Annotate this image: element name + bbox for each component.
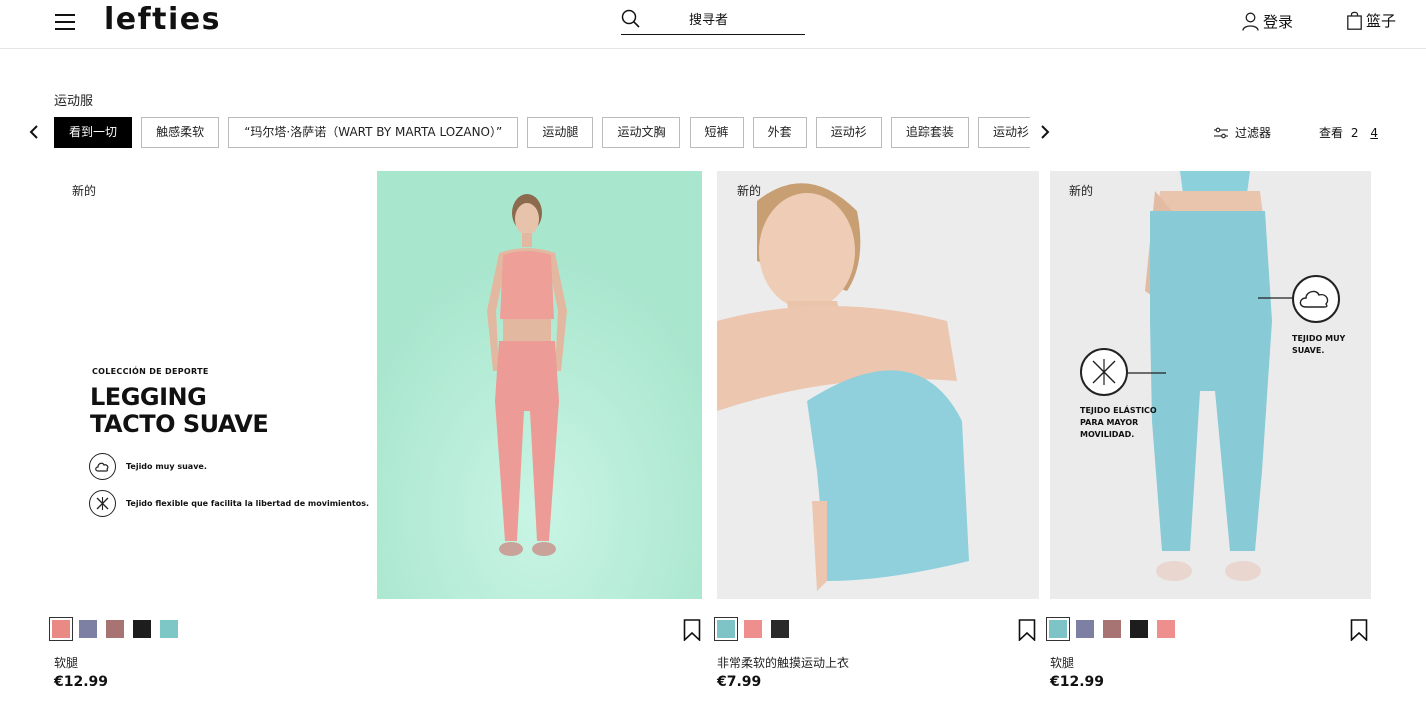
overlay-elastic-fabric-text: TEJIDO ELÁSTICO PARA MAYOR MOVILIDAD. xyxy=(1080,405,1157,441)
promo-title: LEGGING TACTO SUAVE xyxy=(90,383,269,438)
product-price: €12.99 xyxy=(54,674,109,690)
cart-button[interactable]: 篮子 xyxy=(1347,10,1396,31)
search-bar[interactable] xyxy=(621,8,805,35)
product-price: €7.99 xyxy=(717,674,762,690)
swatch-mauve[interactable] xyxy=(1103,620,1121,638)
chip-soft-touch[interactable]: 触感柔软 xyxy=(141,117,220,148)
bookmark-icon[interactable] xyxy=(683,619,701,641)
login-button[interactable]: 登录 xyxy=(1242,11,1293,32)
shopping-bag-icon xyxy=(1347,11,1362,30)
swatch-aqua[interactable] xyxy=(1046,617,1070,641)
promo-title-line2: TACTO SUAVE xyxy=(90,410,269,438)
swatch-black[interactable] xyxy=(1130,620,1148,638)
search-icon[interactable] xyxy=(621,9,641,29)
promo-title-line1: LEGGING xyxy=(90,383,207,411)
login-label: 登录 xyxy=(1263,13,1294,31)
promo-feature-flexible: Tejido flexible que facilita la libertad… xyxy=(89,490,369,517)
overlay-elastic-line2: PARA MAYOR xyxy=(1080,418,1139,427)
swatch-aqua[interactable] xyxy=(714,617,738,641)
product-name[interactable]: 软腿 xyxy=(54,654,78,671)
chip-wart-by-marta-lozano[interactable]: “玛尔塔·洛萨诺（WART BY MARTA LOZANO）” xyxy=(228,117,519,148)
swatch-mauve[interactable] xyxy=(106,620,124,638)
promo-feature-soft-text: Tejido muy suave. xyxy=(126,462,207,471)
product-name[interactable]: 非常柔软的触摸运动上衣 xyxy=(717,654,849,671)
swatch-black[interactable] xyxy=(771,620,789,638)
chip-see-all[interactable]: 看到一切 xyxy=(54,117,133,148)
swatch-aqua[interactable] xyxy=(160,620,178,638)
new-badge: 新的 xyxy=(72,184,97,198)
cart-label: 篮子 xyxy=(1366,12,1397,30)
filter-button[interactable]: 过滤器 xyxy=(1214,124,1271,141)
product-photo-leggings-pink[interactable] xyxy=(377,171,702,599)
overlay-elastic-line1: TEJIDO ELÁSTICO xyxy=(1080,406,1157,415)
color-swatches-1 xyxy=(49,617,178,641)
overlay-elastic-line3: MOVILIDAD. xyxy=(1080,430,1135,439)
filter-label: 过滤器 xyxy=(1235,126,1272,140)
chip-sweatshirts-2[interactable]: 运动衫 xyxy=(977,117,1030,148)
chip-shorts[interactable]: 短裤 xyxy=(689,117,744,148)
view-label: 查看 xyxy=(1319,126,1344,140)
swatch-black[interactable] xyxy=(133,620,151,638)
new-badge: 新的 xyxy=(1069,184,1094,198)
promo-feature-soft: Tejido muy suave. xyxy=(89,453,207,480)
color-swatches-3 xyxy=(1046,617,1175,641)
swatch-coral[interactable] xyxy=(744,620,762,638)
promo-feature-flexible-text: Tejido flexible que facilita la libertad… xyxy=(126,499,370,508)
product-name[interactable]: 软腿 xyxy=(1050,654,1074,671)
site-header: lefties 登录 篮子 xyxy=(0,0,1426,49)
search-input[interactable] xyxy=(649,10,799,30)
chevron-left-icon[interactable] xyxy=(27,123,43,141)
chip-sport-bras[interactable]: 运动文胸 xyxy=(602,117,681,148)
view-option-2[interactable]: 2 xyxy=(1351,126,1359,140)
category-title: 运动服 xyxy=(54,94,94,109)
bookmark-icon[interactable] xyxy=(1018,619,1036,641)
color-swatches-2 xyxy=(714,617,789,641)
product-price: €12.99 xyxy=(1050,674,1105,690)
chip-sport-leggings[interactable]: 运动腿 xyxy=(527,117,594,148)
product-photo-leggings-aqua[interactable]: TEJIDO MUY SUAVE. TEJIDO ELÁSTICO PARA M… xyxy=(1050,171,1371,599)
chip-sweatshirts[interactable]: 运动衫 xyxy=(815,117,882,148)
chip-tracksuits[interactable]: 追踪套装 xyxy=(890,117,969,148)
swatch-lavender[interactable] xyxy=(1076,620,1094,638)
swatch-pink[interactable] xyxy=(49,617,73,641)
overlay-soft-fabric-text: TEJIDO MUY SUAVE. xyxy=(1292,334,1346,355)
swatch-lavender[interactable] xyxy=(79,620,97,638)
chip-jackets[interactable]: 外套 xyxy=(752,117,807,148)
cloud-icon xyxy=(89,453,116,480)
bookmark-icon[interactable] xyxy=(1350,619,1368,641)
user-icon xyxy=(1242,12,1259,31)
view-switcher: 查看 2 4 xyxy=(1319,124,1378,141)
filter-sliders-icon xyxy=(1214,127,1228,138)
swatch-coral[interactable] xyxy=(1157,620,1175,638)
hamburger-menu-icon[interactable] xyxy=(55,14,75,30)
promo-kicker: COLECCIÓN DE DEPORTE xyxy=(92,367,209,376)
subcategory-chips: 看到一切 触感柔软 “玛尔塔·洛萨诺（WART BY MARTA LOZANO）… xyxy=(54,117,1030,149)
new-badge: 新的 xyxy=(737,184,762,198)
view-option-4[interactable]: 4 xyxy=(1370,126,1378,140)
chevron-right-icon[interactable] xyxy=(1036,123,1052,141)
site-logo[interactable]: lefties xyxy=(104,2,221,37)
product-photo-sports-top[interactable] xyxy=(717,171,1039,599)
stretch-arrows-icon xyxy=(89,490,116,517)
